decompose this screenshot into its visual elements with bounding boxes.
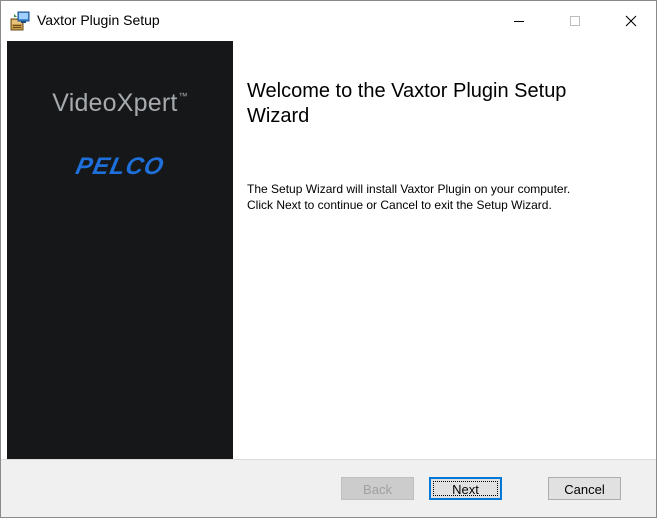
back-button-label: Back — [363, 482, 392, 497]
close-button[interactable] — [608, 1, 654, 41]
wizard-description: The Setup Wizard will install Vaxtor Plu… — [247, 181, 656, 213]
trademark-mark: ™ — [178, 91, 188, 101]
next-button-label: Next — [452, 482, 479, 497]
minimize-button[interactable] — [496, 1, 542, 41]
maximize-button[interactable] — [552, 1, 598, 41]
cancel-button[interactable]: Cancel — [548, 477, 621, 500]
cancel-button-label: Cancel — [564, 482, 605, 497]
side-banner: VideoXpert™ PELCO — [7, 41, 233, 459]
button-bar: Back Next Cancel — [1, 459, 656, 517]
maximize-icon — [570, 16, 580, 26]
wizard-heading: Welcome to the Vaxtor Plugin Setup Wizar… — [247, 80, 567, 127]
back-button[interactable]: Back — [341, 477, 414, 500]
next-button[interactable]: Next — [429, 477, 502, 500]
setup-wizard-window: Vaxtor Plugin Setup VideoXpert™ PELCO We… — [0, 0, 657, 518]
minimize-icon — [514, 21, 524, 22]
brand-name: VideoXpert — [52, 89, 178, 117]
installer-icon — [9, 10, 31, 32]
description-line-2: Click Next to continue or Cancel to exit… — [247, 198, 552, 212]
pelco-logo: PELCO — [73, 153, 167, 180]
title-bar[interactable]: Vaxtor Plugin Setup — [1, 1, 656, 41]
close-icon — [625, 15, 637, 27]
window-title: Vaxtor Plugin Setup — [37, 12, 160, 28]
wizard-content: Welcome to the Vaxtor Plugin Setup Wizar… — [233, 41, 656, 459]
videoxpert-logo: VideoXpert™ — [7, 89, 233, 118]
description-line-1: The Setup Wizard will install Vaxtor Plu… — [247, 182, 571, 196]
